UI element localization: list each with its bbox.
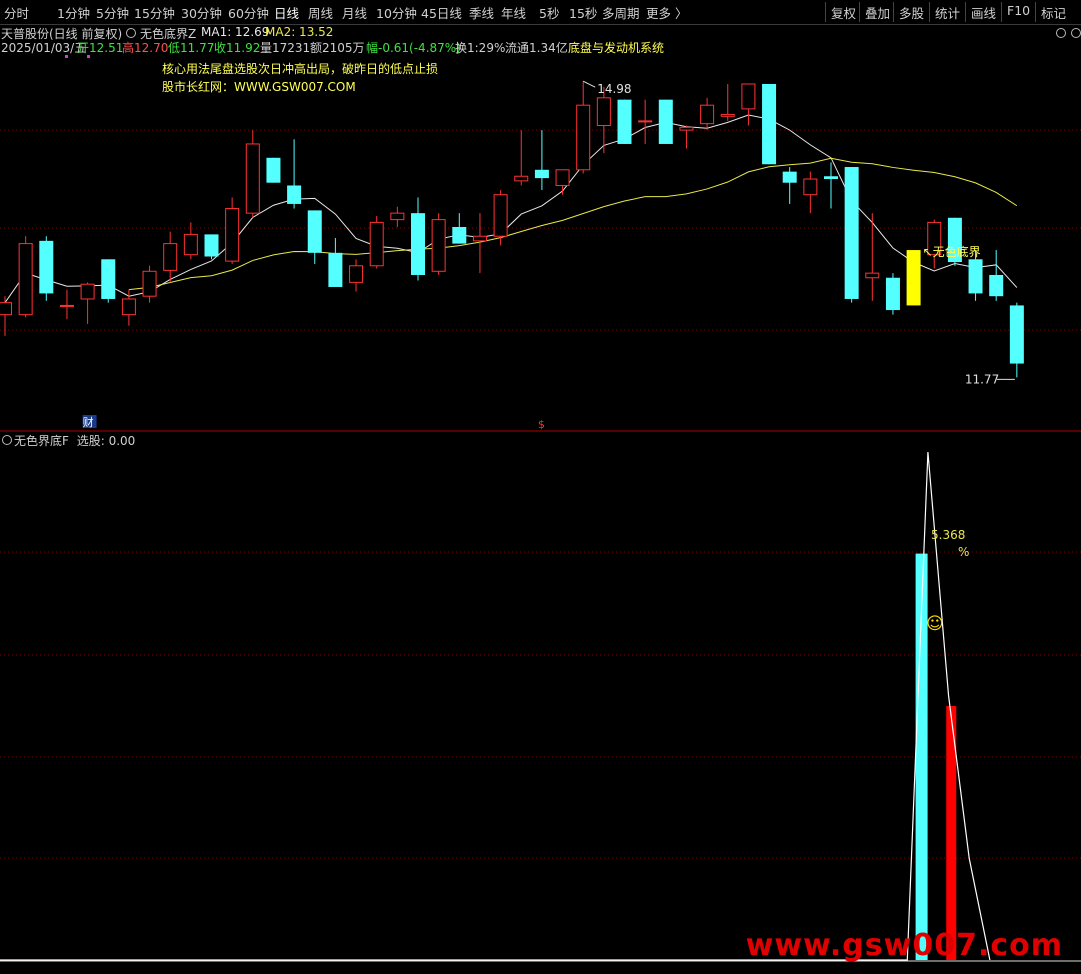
- candle-body: [245, 143, 260, 214]
- candle-body: [720, 113, 735, 117]
- candle-body: [225, 208, 240, 262]
- candle-body: [741, 83, 756, 110]
- indicator-chart[interactable]: 5.368% ☺: [0, 446, 1081, 974]
- period-toolbar: 分时 1分钟 5分钟 15分钟 30分钟 60分钟 日线 周线 月线 10分钟 45日线 季线 年线 5秒…: [0, 0, 1081, 25]
- candle-body: [844, 167, 859, 299]
- period-tab-6[interactable]: 日线: [274, 3, 299, 22]
- candle-body: [824, 176, 838, 180]
- low-price-label: 11.77: [965, 372, 999, 386]
- candle-body: [679, 126, 694, 131]
- period-tab-12[interactable]: 年线: [501, 3, 526, 22]
- candle-body: [906, 250, 921, 306]
- watermark: www.gsw007.com: [745, 928, 1063, 963]
- candle-body: [204, 234, 219, 257]
- ma1-line: [4, 114, 1018, 303]
- candle-body: [803, 178, 818, 196]
- candle-body: [782, 171, 797, 183]
- candle-body: [59, 304, 74, 307]
- candle-body: [39, 240, 54, 294]
- candle-body: [865, 272, 880, 279]
- candle-body: [411, 213, 425, 275]
- period-tab-13[interactable]: 5秒: [539, 3, 559, 22]
- candle-body: [514, 175, 529, 182]
- period-tab-2[interactable]: 5分钟: [96, 3, 129, 22]
- candle-body: [534, 169, 549, 179]
- cai-marker: 财: [83, 415, 94, 429]
- candle-body: [80, 283, 95, 300]
- candle-body: [121, 298, 136, 316]
- candle-body: [0, 302, 12, 316]
- candle-body: [638, 120, 653, 123]
- toolbar-button-4[interactable]: 画线: [971, 3, 996, 22]
- candle-body: [493, 194, 508, 237]
- toolbar-separator: [929, 2, 930, 22]
- toolbar-separator: [859, 2, 860, 22]
- toolbar-separator: [825, 2, 826, 22]
- toolbar-button-6[interactable]: 标记: [1041, 3, 1066, 22]
- candle-body: [369, 221, 384, 267]
- signal-label: ↖无色底界: [923, 244, 981, 259]
- toolbar-button-5[interactable]: F10: [1007, 3, 1030, 18]
- candle-body: [452, 227, 467, 244]
- period-tab-8[interactable]: 月线: [342, 3, 367, 22]
- indicator-line: [0, 451, 991, 961]
- period-tab-0[interactable]: 分时: [4, 3, 29, 22]
- candle-body: [596, 97, 611, 127]
- candle-body: [989, 274, 1004, 297]
- candle-body: [617, 99, 632, 144]
- percent-value: 5.368: [931, 528, 965, 542]
- toolbar-button-1[interactable]: 叠加: [865, 3, 890, 22]
- candle-body: [328, 252, 343, 287]
- period-tab-7[interactable]: 周线: [308, 3, 333, 22]
- candle-body: [472, 235, 487, 242]
- percent-sign: %: [958, 545, 969, 559]
- toolbar-button-2[interactable]: 多股: [899, 3, 924, 22]
- period-tab-14[interactable]: 15秒: [569, 3, 597, 22]
- toolbar-button-3[interactable]: 统计: [935, 3, 960, 22]
- toolbar-button-0[interactable]: 复权: [831, 3, 856, 22]
- candle-body: [658, 99, 673, 144]
- candlestick-chart[interactable]: 14.98 11.77 ↖无色底界财 $: [0, 24, 1081, 432]
- toolbar-separator: [965, 2, 966, 22]
- candle-body: [576, 104, 591, 171]
- candle-body: [163, 243, 178, 271]
- candle-body: [287, 185, 302, 204]
- candle-body: [183, 233, 198, 256]
- toolbar-separator: [1035, 2, 1036, 22]
- high-price-label: 14.98: [597, 82, 631, 96]
- candle-body: [555, 169, 570, 186]
- candle-body: [968, 259, 983, 294]
- period-tab-3[interactable]: 15分钟: [134, 3, 175, 22]
- toolbar-separator: [1001, 2, 1002, 22]
- candle-body: [142, 270, 157, 297]
- candle-body: [349, 265, 364, 283]
- candle-body: [1009, 305, 1024, 364]
- candle-body: [762, 83, 777, 165]
- s-marker: $: [538, 418, 545, 431]
- period-tab-10[interactable]: 45日线: [421, 3, 462, 22]
- period-tab-9[interactable]: 10分钟: [376, 3, 417, 22]
- candle-body: [18, 243, 33, 316]
- period-tab-5[interactable]: 60分钟: [228, 3, 269, 22]
- subchart-dropdown-icon[interactable]: [2, 435, 12, 445]
- period-tab-15[interactable]: 多周期: [602, 3, 640, 22]
- candle-body: [885, 277, 900, 311]
- smile-icon: ☺: [926, 614, 944, 634]
- candle-body: [266, 157, 281, 183]
- high-arrow: [582, 80, 596, 88]
- candle-body: [101, 259, 116, 299]
- candle-body: [390, 212, 405, 221]
- toolbar-separator: [893, 2, 894, 22]
- candle-body: [700, 104, 715, 125]
- period-tab-16[interactable]: 更多 〉: [646, 3, 687, 22]
- period-tab-11[interactable]: 季线: [469, 3, 494, 22]
- period-tab-4[interactable]: 30分钟: [181, 3, 222, 22]
- candle-body: [431, 219, 446, 272]
- candle-body: [307, 210, 322, 253]
- period-tab-1[interactable]: 1分钟: [57, 3, 90, 22]
